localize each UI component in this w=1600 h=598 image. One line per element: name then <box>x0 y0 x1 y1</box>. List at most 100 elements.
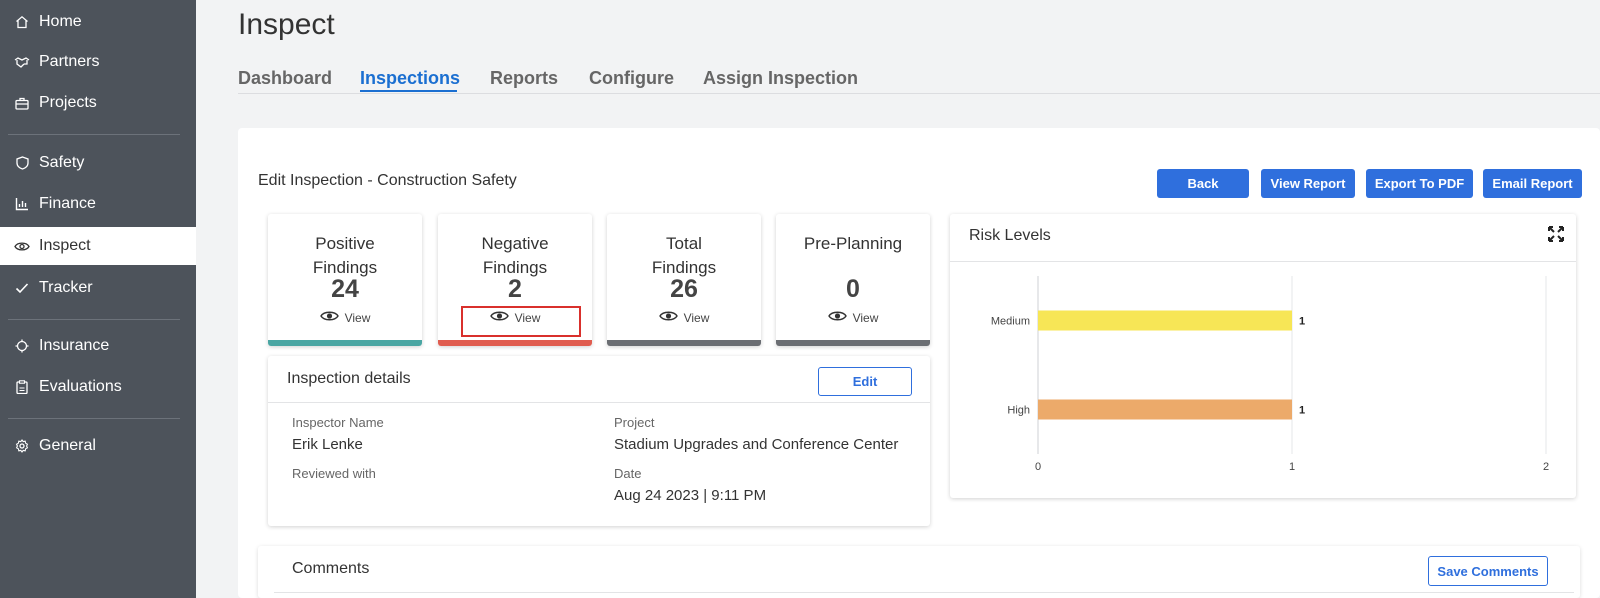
sidebar-item-projects[interactable]: Projects <box>0 83 196 123</box>
stat-card-positive-findings: Positive Findings 24 View <box>268 214 422 346</box>
x-tick-label: 0 <box>1035 461 1041 473</box>
x-tick-label: 1 <box>1289 461 1295 473</box>
tab-bar: Dashboard Inspections Reports Configure … <box>238 66 1600 94</box>
view-total-findings-link[interactable]: View <box>607 310 761 325</box>
stat-label: Positive Findings <box>312 234 378 277</box>
stat-value: 0 <box>846 275 860 303</box>
project-value: Stadium Upgrades and Conference Center <box>614 436 899 453</box>
tab-reports[interactable]: Reports <box>490 68 558 89</box>
stat-value: 26 <box>670 275 698 303</box>
sidebar-item-label: Tracker <box>39 279 93 296</box>
x-tick-label: 2 <box>1543 461 1549 473</box>
inspection-title: Edit Inspection - Construction Safety <box>258 172 517 189</box>
shield-icon <box>14 156 30 170</box>
stat-card-total-findings: Total Findings 26 View <box>607 214 761 346</box>
export-pdf-button[interactable]: Export To PDF <box>1366 169 1473 198</box>
details-title: Inspection details <box>287 370 411 387</box>
active-tab-indicator <box>360 90 457 92</box>
sidebar-item-label: Partners <box>39 53 100 70</box>
sidebar-item-label: Evaluations <box>39 378 122 395</box>
stat-color-bar <box>268 340 422 346</box>
highlight-box <box>461 306 581 337</box>
view-label: View <box>344 310 371 325</box>
category-label: Medium <box>991 316 1030 328</box>
clipboard-icon <box>14 380 30 394</box>
inspection-details-card: Inspection details Edit Inspector Name E… <box>268 356 930 526</box>
settings-icon <box>14 439 30 453</box>
stat-label: Total Findings <box>651 234 717 277</box>
expand-icon[interactable] <box>1548 226 1564 247</box>
view-pre-planning-link[interactable]: View <box>776 310 930 325</box>
tab-assign-inspection[interactable]: Assign Inspection <box>703 68 858 89</box>
sidebar-item-insurance[interactable]: Insurance <box>0 326 196 366</box>
risk-header: Risk Levels <box>950 214 1576 262</box>
reviewed-with-label: Reviewed with <box>292 466 376 481</box>
comments-title: Comments <box>292 560 370 577</box>
sidebar-item-label: Home <box>39 13 82 30</box>
sidebar-item-label: Projects <box>39 94 97 111</box>
page-title: Inspect <box>238 8 335 41</box>
view-report-button[interactable]: View Report <box>1261 169 1355 198</box>
risk-title: Risk Levels <box>969 227 1051 244</box>
bar-high[interactable] <box>1038 399 1292 420</box>
inspector-name-value: Erik Lenke <box>292 436 363 453</box>
gear-ring-icon <box>14 339 30 353</box>
stat-value: 24 <box>331 275 359 303</box>
stat-label: Negative Findings <box>481 234 549 277</box>
eye-icon <box>658 310 678 325</box>
stat-card-pre-planning: Pre-Planning 0 View <box>776 214 930 346</box>
eye-icon <box>319 310 339 325</box>
project-label: Project <box>614 415 655 430</box>
sidebar-item-safety[interactable]: Safety <box>0 143 196 183</box>
sidebar-item-home[interactable]: Home <box>0 2 196 42</box>
stat-color-bar <box>438 340 592 346</box>
sidebar-item-evaluations[interactable]: Evaluations <box>0 367 196 407</box>
email-report-button[interactable]: Email Report <box>1483 169 1582 198</box>
tab-inspections[interactable]: Inspections <box>360 68 460 89</box>
tab-configure[interactable]: Configure <box>589 68 674 89</box>
check-icon <box>14 282 30 294</box>
sidebar-item-label: General <box>39 437 96 454</box>
sidebar-item-general[interactable]: General <box>0 426 196 466</box>
back-button[interactable]: Back <box>1157 169 1249 198</box>
sidebar-item-label: Insurance <box>39 337 110 354</box>
sidebar-item-partners[interactable]: Partners <box>0 42 196 82</box>
inspector-name-label: Inspector Name <box>292 415 384 430</box>
risk-levels-card: Risk Levels 0 1 2 Medium 1 High 1 <box>950 214 1576 498</box>
comments-divider <box>274 592 1574 593</box>
stat-color-bar <box>607 340 761 346</box>
edit-button[interactable]: Edit <box>818 367 912 396</box>
handshake-icon <box>14 56 30 68</box>
view-positive-findings-link[interactable]: View <box>268 310 422 325</box>
category-label: High <box>1007 405 1030 417</box>
stat-label: Pre-Planning <box>803 234 903 253</box>
stat-color-bar <box>776 340 930 346</box>
bar-chart-icon <box>14 197 30 211</box>
sidebar-item-tracker[interactable]: Tracker <box>0 268 196 308</box>
stat-value: 2 <box>508 275 522 303</box>
sidebar-item-label: Safety <box>39 154 85 171</box>
sidebar-divider <box>8 418 180 419</box>
sidebar-item-inspect[interactable]: Inspect <box>0 227 196 265</box>
data-label: 1 <box>1299 405 1305 417</box>
bar-medium[interactable] <box>1038 310 1292 331</box>
date-value: Aug 24 2023 | 9:11 PM <box>614 487 767 504</box>
view-label: View <box>852 310 879 325</box>
details-header: Inspection details Edit <box>268 356 930 403</box>
home-icon <box>14 15 30 29</box>
save-comments-button[interactable]: Save Comments <box>1428 556 1548 586</box>
risk-levels-chart: 0 1 2 Medium 1 High 1 <box>991 276 1549 473</box>
view-label: View <box>683 310 710 325</box>
data-label: 1 <box>1299 316 1305 328</box>
eye-icon <box>14 241 30 252</box>
date-label: Date <box>614 466 642 481</box>
sidebar-item-label: Inspect <box>39 237 91 254</box>
briefcase-icon <box>14 97 30 110</box>
tab-dashboard[interactable]: Dashboard <box>238 68 332 89</box>
sidebar-item-finance[interactable]: Finance <box>0 184 196 224</box>
sidebar: Home Partners Projects Safety Finance In… <box>0 0 196 598</box>
sidebar-divider <box>8 134 180 135</box>
sidebar-divider <box>8 319 180 320</box>
comments-card: Comments Save Comments <box>258 546 1580 598</box>
eye-icon <box>827 310 847 325</box>
